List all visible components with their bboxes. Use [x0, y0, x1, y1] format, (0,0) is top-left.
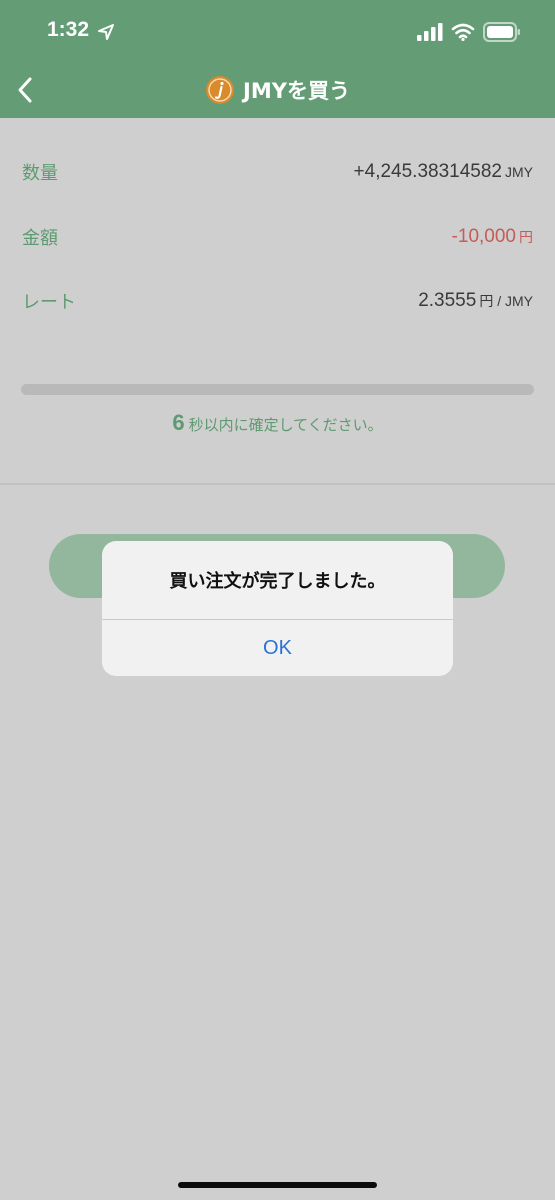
alert-ok-button[interactable]: OK: [102, 620, 453, 676]
nav-title-group: JMYを買う: [0, 72, 555, 108]
countdown-message: 6 秒以内に確定してください。: [0, 410, 555, 436]
quantity-label: 数量: [22, 163, 58, 184]
amount-unit: 円: [519, 229, 533, 245]
rate-unit: 円 / JMY: [479, 293, 533, 309]
divider: [0, 483, 555, 485]
amount-value: -10,000 円: [452, 226, 533, 248]
rate-number: 2.3555: [418, 290, 477, 311]
rate-row: レート 2.3555 円 / JMY: [22, 286, 533, 316]
home-indicator[interactable]: [178, 1182, 377, 1188]
location-arrow-icon: [98, 24, 114, 40]
battery-icon: [483, 22, 520, 42]
amount-number: -10,000: [451, 226, 516, 247]
amount-label: 金額: [22, 228, 58, 249]
quantity-row: 数量 +4,245.38314582 JMY: [22, 157, 533, 187]
rate-label: レート: [22, 292, 76, 313]
quantity-number: +4,245.38314582: [353, 161, 502, 182]
countdown-seconds: 6: [172, 410, 185, 435]
quantity-unit: JMY: [505, 164, 533, 180]
alert-message: 買い注文が完了しました。: [169, 571, 386, 592]
status-time: 1:32: [47, 18, 90, 41]
countdown-progress-bar: [21, 384, 534, 395]
cellular-signal-icon: [417, 23, 443, 41]
quantity-value: +4,245.38314582 JMY: [354, 161, 533, 183]
wifi-icon: [451, 23, 475, 41]
app-header: 1:32 JMYを買う: [0, 0, 555, 118]
countdown-text: 秒以内に確定してください。: [188, 416, 383, 434]
page-title: JMYを買う: [243, 79, 350, 103]
rate-value: 2.3555 円 / JMY: [418, 290, 533, 312]
alert-dialog: 買い注文が完了しました。 OK: [102, 541, 453, 676]
status-icons: [417, 20, 521, 44]
amount-row: 金額 -10,000 円: [22, 222, 533, 252]
jmy-coin-icon: [206, 76, 235, 104]
